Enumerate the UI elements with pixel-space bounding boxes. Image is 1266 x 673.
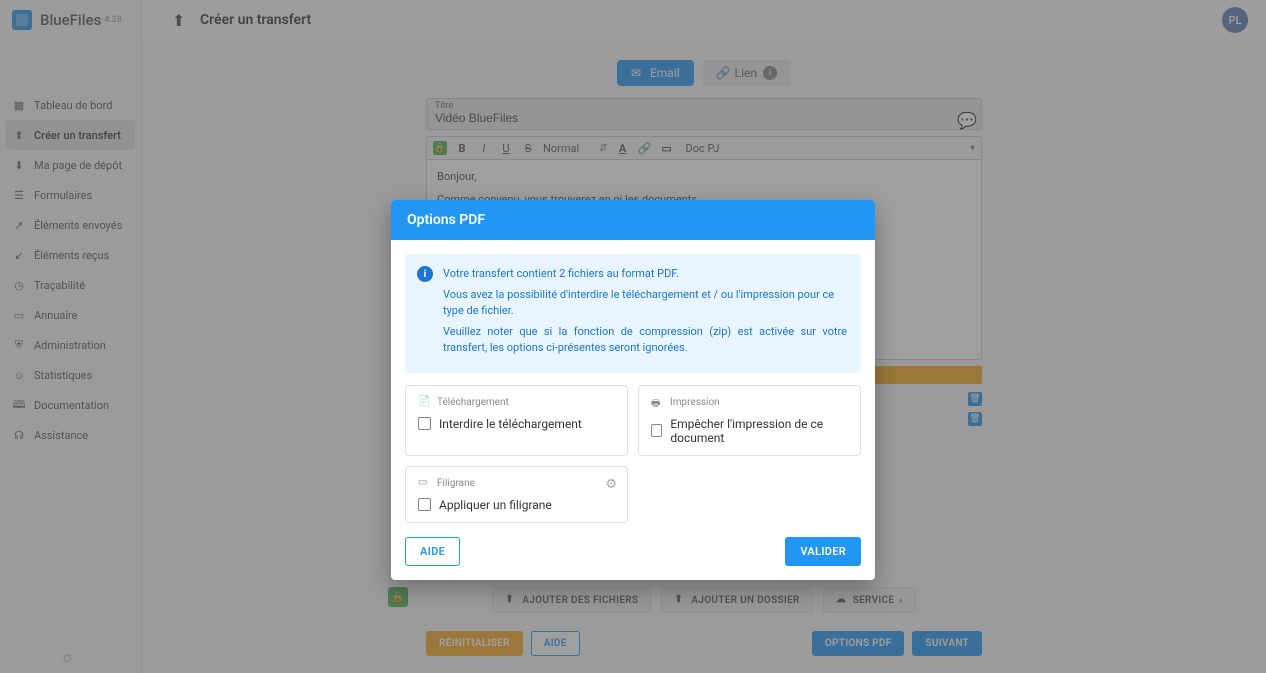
- modal-title: Options PDF: [391, 200, 875, 240]
- card-download: 📄 Téléchargement Interdire le téléchargem…: [405, 385, 628, 456]
- watermark-icon: ▭: [418, 477, 431, 490]
- info-line: Vous avez la possibilité d'interdire le …: [443, 287, 847, 320]
- modal-validate-button[interactable]: VALIDER: [785, 537, 861, 566]
- checkbox-watermark[interactable]: [418, 498, 431, 511]
- checkbox-download[interactable]: [418, 417, 431, 430]
- card-heading: Filigrane: [437, 478, 475, 489]
- checkbox-label: Interdire le téléchargement: [439, 417, 582, 431]
- gear-icon[interactable]: ⚙: [605, 477, 617, 492]
- info-box: i Votre transfert contient 2 fichiers au…: [405, 254, 861, 373]
- modal-help-button[interactable]: AIDE: [405, 537, 460, 566]
- modal-overlay[interactable]: Options PDF i Votre transfert contient 2…: [0, 0, 1266, 673]
- info-icon: i: [417, 266, 433, 282]
- download-icon: 📄: [418, 396, 431, 409]
- info-line: Votre transfert contient 2 fichiers au f…: [443, 266, 847, 283]
- info-line: Veuillez noter que si la fonction de com…: [443, 324, 847, 357]
- checkbox-label: Empêcher l'impression de ce document: [670, 417, 848, 445]
- card-heading: Téléchargement: [437, 397, 509, 408]
- card-watermark: ⚙ ▭ Filigrane Appliquer un filigrane: [405, 466, 628, 523]
- modal-pdf-options: Options PDF i Votre transfert contient 2…: [391, 200, 875, 580]
- checkbox-label: Appliquer un filigrane: [439, 498, 552, 512]
- card-print: 🖶 Impression Empêcher l'impression de ce …: [638, 385, 861, 456]
- checkbox-print[interactable]: [651, 424, 662, 437]
- card-heading: Impression: [670, 397, 720, 408]
- print-icon: 🖶: [651, 396, 664, 409]
